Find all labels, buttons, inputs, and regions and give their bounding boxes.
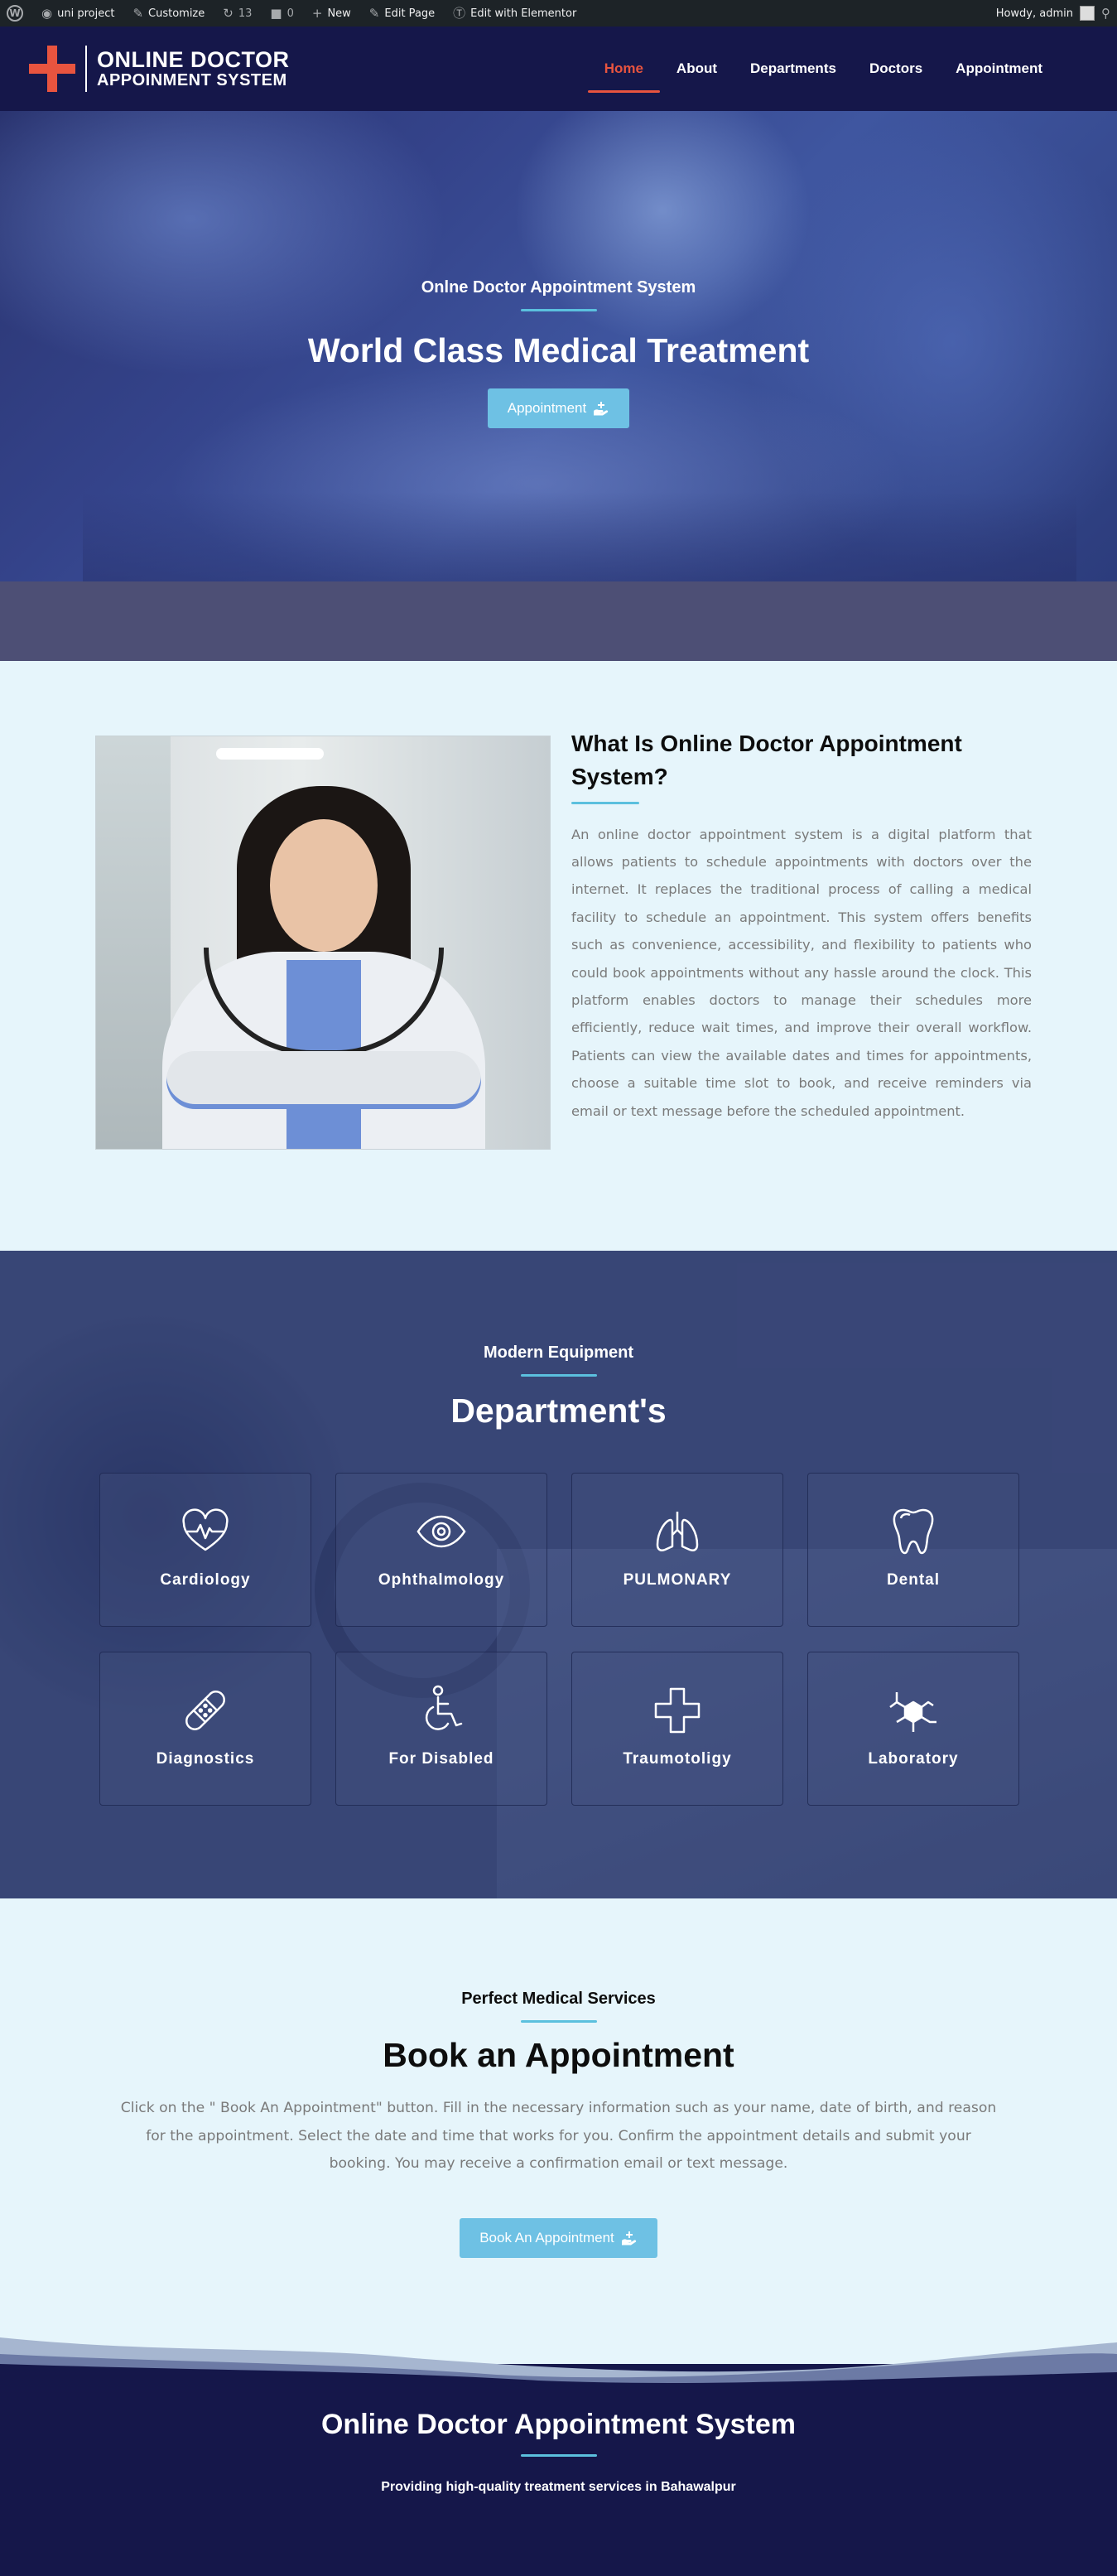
department-label: Diagnostics <box>156 1750 255 1768</box>
department-label: Ophthalmology <box>378 1571 505 1589</box>
about-section: What Is Online Doctor Appointment System… <box>0 661 1117 1251</box>
doctor-photo <box>95 736 551 1150</box>
departments-subtitle: Modern Equipment <box>483 1343 634 1362</box>
wp-admin-bar: W ◉ uni project ✎ Customize ↻ 13 ■ 0 + New ✎ E… <box>0 0 1117 27</box>
logo-line-2: APPOINMENT SYSTEM <box>97 70 287 89</box>
lungs-icon <box>656 1512 699 1551</box>
department-label: Dental <box>886 1571 941 1589</box>
department-card-pulmonary[interactable]: PULMONARY <box>571 1473 783 1627</box>
about-paragraph: An online doctor appointment system is a… <box>571 826 1032 1119</box>
booking-title: Book an Appointment <box>383 2036 734 2074</box>
booking-section: Perfect Medical Services Book an Appoint… <box>0 1898 1117 2364</box>
book-appointment-label: Book An Appointment <box>479 2230 614 2246</box>
new-content-link[interactable]: + New <box>312 7 351 20</box>
nav-departments[interactable]: Departments <box>734 27 853 111</box>
bandage-icon <box>185 1691 225 1730</box>
departments-section: Modern Equipment Department's Cardiology… <box>0 1251 1117 1898</box>
plus-icon: + <box>311 5 323 21</box>
department-card-laboratory[interactable]: Laboratory <box>807 1652 1019 1806</box>
about-title: What Is Online Doctor Appointment System… <box>571 731 962 789</box>
nav-about[interactable]: About <box>660 27 734 111</box>
main-nav: Home About Departments Doctors Appointme… <box>587 27 1059 111</box>
department-label: For Disabled <box>388 1750 494 1768</box>
hero-section: Onlne Doctor Appointment System World Cl… <box>0 111 1117 581</box>
comment-icon: ■ <box>270 5 282 21</box>
department-card-cardiology[interactable]: Cardiology <box>99 1473 311 1627</box>
customize-link[interactable]: ✎ Customize <box>132 7 205 20</box>
elementor-label: Edit with Elementor <box>470 7 577 20</box>
elementor-link[interactable]: Ⓣ Edit with Elementor <box>453 7 576 20</box>
site-name-label: uni project <box>57 7 115 20</box>
nav-home[interactable]: Home <box>587 27 661 111</box>
site-header: ONLINE DOCTOR APPOINMENT SYSTEM Home Abo… <box>0 27 1117 111</box>
about-divider <box>571 801 639 804</box>
medical-cross-logo-icon <box>29 46 75 92</box>
hand-holding-medical-icon <box>621 2231 636 2246</box>
account-greeting[interactable]: Howdy, admin <box>996 7 1073 20</box>
footer-divider <box>520 2454 597 2457</box>
site-logo[interactable]: ONLINE DOCTOR APPOINMENT SYSTEM <box>29 46 290 92</box>
updates-count: 13 <box>238 7 253 20</box>
department-card-traumotoligy[interactable]: Traumotoligy <box>571 1652 783 1806</box>
footer-title: Online Doctor Appointment System <box>320 2409 796 2440</box>
hero-subtitle: Onlne Doctor Appointment System <box>421 278 696 297</box>
molecule-icon <box>889 1692 936 1732</box>
appointment-button[interactable]: Appointment <box>487 388 630 428</box>
edit-page-link[interactable]: ✎ Edit Page <box>369 7 435 20</box>
department-label: Cardiology <box>160 1571 251 1589</box>
hero-title: World Class Medical Treatment <box>307 331 810 369</box>
department-card-dental[interactable]: Dental <box>807 1473 1019 1627</box>
updates-link[interactable]: ↻ 13 <box>223 7 252 20</box>
elementor-icon: Ⓣ <box>453 5 466 21</box>
department-card-for-disabled[interactable]: For Disabled <box>335 1652 547 1806</box>
department-card-ophthalmology[interactable]: Ophthalmology <box>335 1473 547 1627</box>
hand-holding-medical-icon <box>594 402 609 416</box>
nav-doctors[interactable]: Doctors <box>853 27 939 111</box>
dashboard-icon: ◉ <box>41 5 53 21</box>
department-card-diagnostics[interactable]: Diagnostics <box>99 1652 311 1806</box>
appointment-button-label: Appointment <box>507 400 587 416</box>
comments-count: 0 <box>286 7 294 20</box>
book-appointment-button[interactable]: Book An Appointment <box>460 2218 657 2259</box>
edit-page-label: Edit Page <box>384 7 436 20</box>
department-label: PULMONARY <box>623 1571 732 1589</box>
footer-subtitle: Providing high-quality treatment service… <box>381 2480 736 2494</box>
booking-paragraph: Click on the " Book An Appointment" butt… <box>120 2100 997 2173</box>
booking-subtitle: Perfect Medical Services <box>461 1990 656 2008</box>
department-label: Laboratory <box>868 1750 959 1768</box>
new-label: New <box>327 7 351 20</box>
site-name-link[interactable]: ◉ uni project <box>41 7 114 20</box>
customize-label: Customize <box>148 7 205 20</box>
tooth-icon <box>893 1508 934 1555</box>
wordpress-menu[interactable]: W <box>7 5 23 22</box>
hero-background-shade <box>83 492 1076 581</box>
hero-divider <box>520 309 597 311</box>
pencil-icon: ✎ <box>368 5 380 21</box>
brush-icon: ✎ <box>132 5 144 21</box>
departments-divider <box>520 1374 597 1377</box>
booking-divider <box>520 2020 597 2023</box>
logo-separator <box>85 46 87 92</box>
logo-line-1: ONLINE DOCTOR <box>97 47 290 73</box>
site-footer: Online Doctor Appointment System Providi… <box>0 2337 1117 2576</box>
avatar[interactable] <box>1080 6 1095 21</box>
search-icon[interactable]: ⚲ <box>1101 7 1110 20</box>
medical-cross-icon <box>654 1687 701 1734</box>
departments-title: Department's <box>450 1392 667 1430</box>
hero-bottom-band <box>0 581 1117 661</box>
eye-icon <box>416 1515 466 1548</box>
heart-pulse-icon <box>182 1508 229 1551</box>
nav-appointment[interactable]: Appointment <box>939 27 1059 111</box>
wordpress-logo-icon: W <box>7 5 23 22</box>
updates-icon: ↻ <box>223 5 234 21</box>
wheelchair-icon <box>425 1685 463 1730</box>
comments-link[interactable]: ■ 0 <box>270 7 293 20</box>
department-label: Traumotoligy <box>623 1750 732 1768</box>
